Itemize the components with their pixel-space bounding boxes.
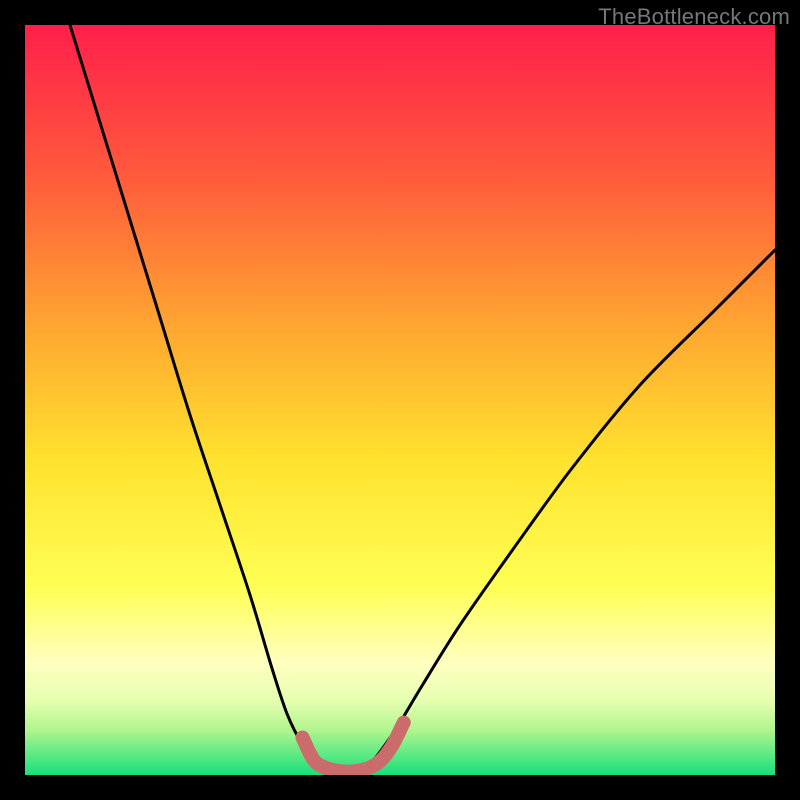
watermark-text: TheBottleneck.com — [598, 4, 790, 30]
gradient-background — [25, 25, 775, 775]
bottleneck-chart — [25, 25, 775, 775]
chart-frame — [25, 25, 775, 775]
